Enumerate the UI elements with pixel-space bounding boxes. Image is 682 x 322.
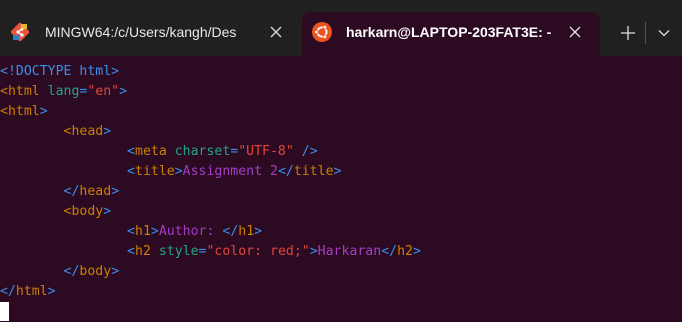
code-token: > — [150, 224, 159, 239]
code-token: </ — [0, 284, 16, 299]
git-bash-icon — [10, 22, 30, 42]
terminal-line: </head> — [0, 182, 421, 202]
terminal-line: <h1>Author: </h1> — [0, 222, 421, 242]
code-token: title — [293, 164, 334, 179]
ubuntu-icon — [312, 22, 332, 42]
terminal-window: MINGW64:/c/Users/kangh/Des harkarn@LAPTO… — [0, 0, 682, 322]
code-token: < — [127, 164, 135, 179]
close-icon — [270, 26, 282, 38]
terminal-line: <html> — [0, 102, 421, 122]
terminal-text: <!DOCTYPE html> <html lang="en"> <html> <h… — [0, 62, 421, 302]
code-token: Author: — [158, 224, 223, 239]
terminal-line: <h2 style="color: red;">Harkaran</h2> — [0, 242, 421, 262]
code-token: h1 — [238, 224, 255, 239]
close-tab-button[interactable] — [564, 21, 586, 43]
terminal-line: <title>Assignment 2</title> — [0, 162, 421, 182]
terminal-line: <head> — [0, 122, 421, 142]
code-token: Assignment 2 — [182, 164, 278, 179]
tab-title: MINGW64:/c/Users/kangh/Des — [45, 24, 237, 40]
code-token: h1 — [135, 224, 151, 239]
code-token: h2 — [135, 244, 159, 259]
code-token: html — [15, 284, 48, 299]
terminal-line: </html> — [0, 282, 421, 302]
terminal-line: <meta charset="UTF-8" /> — [0, 142, 421, 162]
code-token: lang — [47, 84, 80, 99]
code-token: meta — [135, 144, 175, 159]
terminal-line: <body> — [0, 202, 421, 222]
code-token: "color: red;" — [206, 244, 310, 259]
text-cursor — [0, 302, 9, 321]
code-token: title — [135, 164, 175, 179]
code-token: < — [127, 244, 135, 259]
code-token: style — [158, 244, 199, 259]
code-token: </ — [222, 224, 239, 239]
code-token: body — [79, 264, 112, 279]
code-token: </ — [63, 184, 80, 199]
code-token: </ — [381, 244, 398, 259]
code-token: /> — [293, 144, 318, 159]
code-token: < — [127, 144, 135, 159]
code-token: > — [309, 244, 318, 259]
terminal-line: </body> — [0, 262, 421, 282]
code-token: > — [119, 84, 128, 99]
code-token: </ — [277, 164, 294, 179]
code-token: <!DOCTYPE html> — [0, 64, 120, 79]
code-token: "UTF-8" — [238, 144, 294, 159]
code-token: > — [47, 284, 56, 299]
code-token: <html — [0, 104, 40, 119]
code-token: <body — [63, 204, 104, 219]
code-token: head — [79, 184, 112, 199]
tab-bar: MINGW64:/c/Users/kangh/Des harkarn@LAPTO… — [0, 0, 682, 56]
code-token: h2 — [397, 244, 413, 259]
tab-ubuntu[interactable]: harkarn@LAPTOP-203FAT3E: - — [302, 12, 600, 56]
code-token: "en" — [87, 84, 120, 99]
code-token: <html — [0, 84, 48, 99]
terminal-line: <html lang="en"> — [0, 82, 421, 102]
code-token: > — [412, 244, 421, 259]
code-token: <head — [63, 124, 104, 139]
code-token: > — [103, 204, 112, 219]
tab-dropdown-button[interactable] — [652, 20, 676, 46]
code-token: charset — [174, 144, 231, 159]
divider — [645, 22, 646, 44]
terminal-line: <!DOCTYPE html> — [0, 62, 421, 82]
plus-icon — [621, 26, 635, 40]
code-token: < — [127, 224, 135, 239]
code-token: > — [111, 264, 120, 279]
new-tab-button[interactable] — [615, 20, 641, 46]
code-token: </ — [63, 264, 80, 279]
code-token: > — [103, 124, 112, 139]
terminal-output[interactable]: <!DOCTYPE html> <html lang="en"> <html> <h… — [0, 56, 682, 322]
chevron-down-icon — [658, 30, 670, 37]
code-token: Harkaran — [317, 244, 382, 259]
code-token: > — [174, 164, 183, 179]
code-token: > — [39, 104, 48, 119]
code-token: > — [254, 224, 263, 239]
code-token: > — [333, 164, 342, 179]
close-tab-button[interactable] — [265, 21, 287, 43]
tab-title: harkarn@LAPTOP-203FAT3E: - — [346, 24, 552, 40]
tab-git-bash[interactable]: MINGW64:/c/Users/kangh/Des — [0, 12, 300, 52]
code-token: > — [111, 184, 120, 199]
close-icon — [569, 26, 581, 38]
